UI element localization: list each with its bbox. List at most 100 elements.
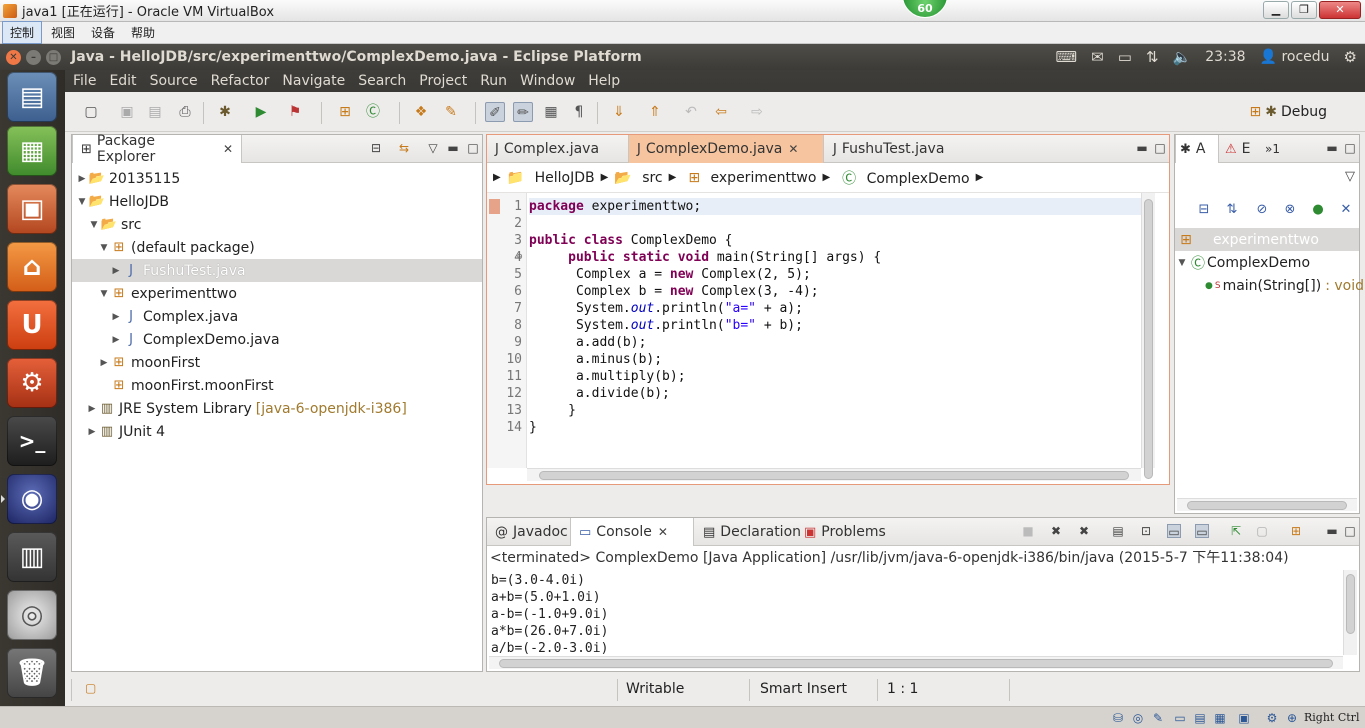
expand-arrow-icon[interactable]: ▶: [110, 266, 122, 276]
maximize-icon[interactable]: □: [1343, 524, 1357, 538]
open-type-icon[interactable]: ❖: [411, 102, 431, 122]
save-icon[interactable]: ▣: [117, 102, 137, 122]
close-icon[interactable]: ✕: [223, 142, 233, 156]
new-package-icon[interactable]: ⊞: [335, 102, 355, 122]
hide-fields-icon[interactable]: ⊘: [1253, 202, 1271, 220]
code-line-8[interactable]: System.out.println("b=" + b);: [529, 317, 1141, 334]
minimize-icon[interactable]: ▬: [1325, 524, 1339, 538]
vbox-menu-control[interactable]: 控制: [2, 21, 43, 44]
code-line-9[interactable]: a.add(b);: [529, 334, 1141, 351]
minimize-icon[interactable]: ▬: [446, 141, 460, 155]
code-editor[interactable]: 1 2 3 4 5 6 7 8 9 10 11 12 13 14 ⊖ package experimentt…: [487, 193, 1169, 479]
vbox-close-button[interactable]: ✕: [1319, 1, 1361, 19]
expand-arrow-icon[interactable]: ▼: [76, 197, 88, 207]
code-line-1[interactable]: package experimenttwo;: [529, 198, 1141, 215]
tree-item[interactable]: ▶ J ComplexDemo.java: [72, 328, 482, 351]
tab-overflow[interactable]: »1: [1261, 135, 1291, 163]
forward-icon[interactable]: ⇨: [747, 102, 767, 122]
view-menu-icon[interactable]: ▽: [1341, 169, 1359, 187]
scroll-thumb[interactable]: [499, 659, 1333, 668]
tab-e[interactable]: ⚠ E: [1221, 135, 1261, 163]
code-line-13[interactable]: }: [529, 402, 1141, 419]
tree-item[interactable]: ▼ 📂 HelloJDB: [72, 190, 482, 213]
hide-local-types-icon[interactable]: ✕: [1337, 202, 1355, 220]
scroll-thumb[interactable]: [1144, 199, 1153, 479]
next-annotation-icon[interactable]: ⇓: [609, 102, 629, 122]
mouse-integration-icon[interactable]: ⊕: [1284, 710, 1300, 726]
code-line-4[interactable]: public static void main(String[] args) {: [529, 249, 1141, 266]
display-selected-console-icon[interactable]: ▢: [1255, 524, 1269, 538]
window-close-button[interactable]: ✕: [6, 49, 21, 65]
vbox-maximize-button[interactable]: ❐: [1291, 1, 1317, 19]
display-icon[interactable]: ▦: [1212, 710, 1228, 726]
menu-file[interactable]: File: [68, 73, 101, 89]
shared-folders-icon[interactable]: ▭: [1172, 710, 1188, 726]
close-icon[interactable]: ✕: [788, 142, 798, 156]
minimize-icon[interactable]: ▬: [1325, 141, 1339, 155]
fast-view-icon[interactable]: ▢: [85, 681, 96, 695]
launcher-eclipse-icon[interactable]: ◉: [7, 474, 57, 524]
scroll-thumb[interactable]: [1187, 501, 1347, 510]
collapse-all-icon[interactable]: ⊟: [1195, 202, 1213, 220]
menu-search[interactable]: Search: [353, 73, 411, 89]
tab-package-explorer[interactable]: ⊞ Package Explorer ✕: [72, 133, 242, 165]
maximize-icon[interactable]: □: [1343, 141, 1357, 155]
tab-console[interactable]: ▭ Console ✕: [570, 518, 694, 546]
tab-outline[interactable]: ✱ A: [1175, 135, 1219, 163]
open-perspective-icon[interactable]: ⊞: [1249, 104, 1261, 120]
usb-icon[interactable]: ✎: [1150, 710, 1166, 726]
tab-fushutest-java[interactable]: J FushuTest.java: [825, 135, 975, 163]
show-on-stderr-icon[interactable]: ▭: [1195, 524, 1209, 539]
code-line-6[interactable]: Complex b = new Complex(3, -4);: [529, 283, 1141, 300]
close-icon[interactable]: ✕: [658, 525, 668, 539]
outline-item-method[interactable]: ● S main(String[]) : void: [1175, 274, 1364, 297]
scroll-thumb[interactable]: [539, 471, 1129, 480]
vbox-menu-view[interactable]: 视图: [44, 22, 82, 43]
console-horizontal-scrollbar[interactable]: [489, 656, 1343, 669]
breadcrumb-package[interactable]: ⊞ experimenttwo: [682, 170, 816, 186]
tree-item[interactable]: ▶ ⊞ moonFirst: [72, 351, 482, 374]
clear-console-icon[interactable]: ▤: [1111, 524, 1125, 538]
launcher-ubuntu-one-icon[interactable]: U: [7, 300, 57, 350]
expand-arrow-icon[interactable]: ▼: [88, 220, 100, 230]
menu-refactor[interactable]: Refactor: [206, 73, 275, 89]
breadcrumb-project[interactable]: 📁 HelloJDB: [507, 170, 595, 186]
vbox-menu-devices[interactable]: 设备: [84, 22, 122, 43]
last-edit-icon[interactable]: ↶: [681, 102, 701, 122]
tab-declaration[interactable]: ▤ Declaration: [695, 518, 801, 546]
launcher-disc-icon[interactable]: ◎: [7, 590, 57, 640]
launcher-impress-icon[interactable]: ▣: [7, 184, 57, 234]
window-maximize-button[interactable]: □: [46, 49, 61, 65]
tree-item[interactable]: ▶ 📂 20135115: [72, 167, 482, 190]
show-on-stdout-icon[interactable]: ▭: [1167, 524, 1181, 539]
expand-arrow-icon[interactable]: ▶: [110, 335, 122, 345]
code-line-14[interactable]: }: [529, 419, 1141, 436]
tab-complexdemo-java[interactable]: J ComplexDemo.java ✕: [628, 135, 824, 163]
save-all-icon[interactable]: ▤: [145, 102, 165, 122]
breadcrumb-src[interactable]: 📂 src: [614, 170, 662, 186]
launcher-terminal-icon[interactable]: >_: [7, 416, 57, 466]
network-adapter-icon[interactable]: ▤: [1192, 710, 1208, 726]
launcher-settings-icon[interactable]: ⚙: [7, 358, 57, 408]
tree-item[interactable]: ⊞ moonFirst.moonFirst: [72, 374, 482, 397]
network-icon[interactable]: ⇅: [1146, 48, 1159, 66]
tab-problems[interactable]: ▣ Problems: [796, 518, 888, 546]
code-line-5[interactable]: Complex a = new Complex(2, 5);: [529, 266, 1141, 283]
show-whitespace-icon[interactable]: ¶: [569, 102, 589, 122]
expand-arrow-icon[interactable]: ▶: [86, 427, 98, 437]
search-icon[interactable]: ✎: [441, 102, 461, 122]
previous-annotation-icon[interactable]: ⇑: [645, 102, 665, 122]
editor-horizontal-scrollbar[interactable]: [527, 468, 1141, 481]
recording-icon[interactable]: ▣: [1236, 710, 1252, 726]
code-line-10[interactable]: a.minus(b);: [529, 351, 1141, 368]
keyboard-icon[interactable]: ⌨: [1056, 48, 1078, 66]
scroll-lock-icon[interactable]: ⊡: [1139, 524, 1153, 538]
terminate-icon[interactable]: ■: [1021, 524, 1035, 538]
expand-arrow-icon[interactable]: ▼: [1175, 258, 1189, 268]
power-icon[interactable]: ⚙: [1344, 48, 1357, 66]
new-icon[interactable]: ▢: [81, 102, 101, 122]
view-menu-icon[interactable]: ▽: [426, 141, 440, 155]
optical-drive-icon[interactable]: ◎: [1130, 710, 1146, 726]
editor-vertical-scrollbar[interactable]: [1141, 193, 1155, 479]
minimize-icon[interactable]: ▬: [1135, 141, 1149, 155]
